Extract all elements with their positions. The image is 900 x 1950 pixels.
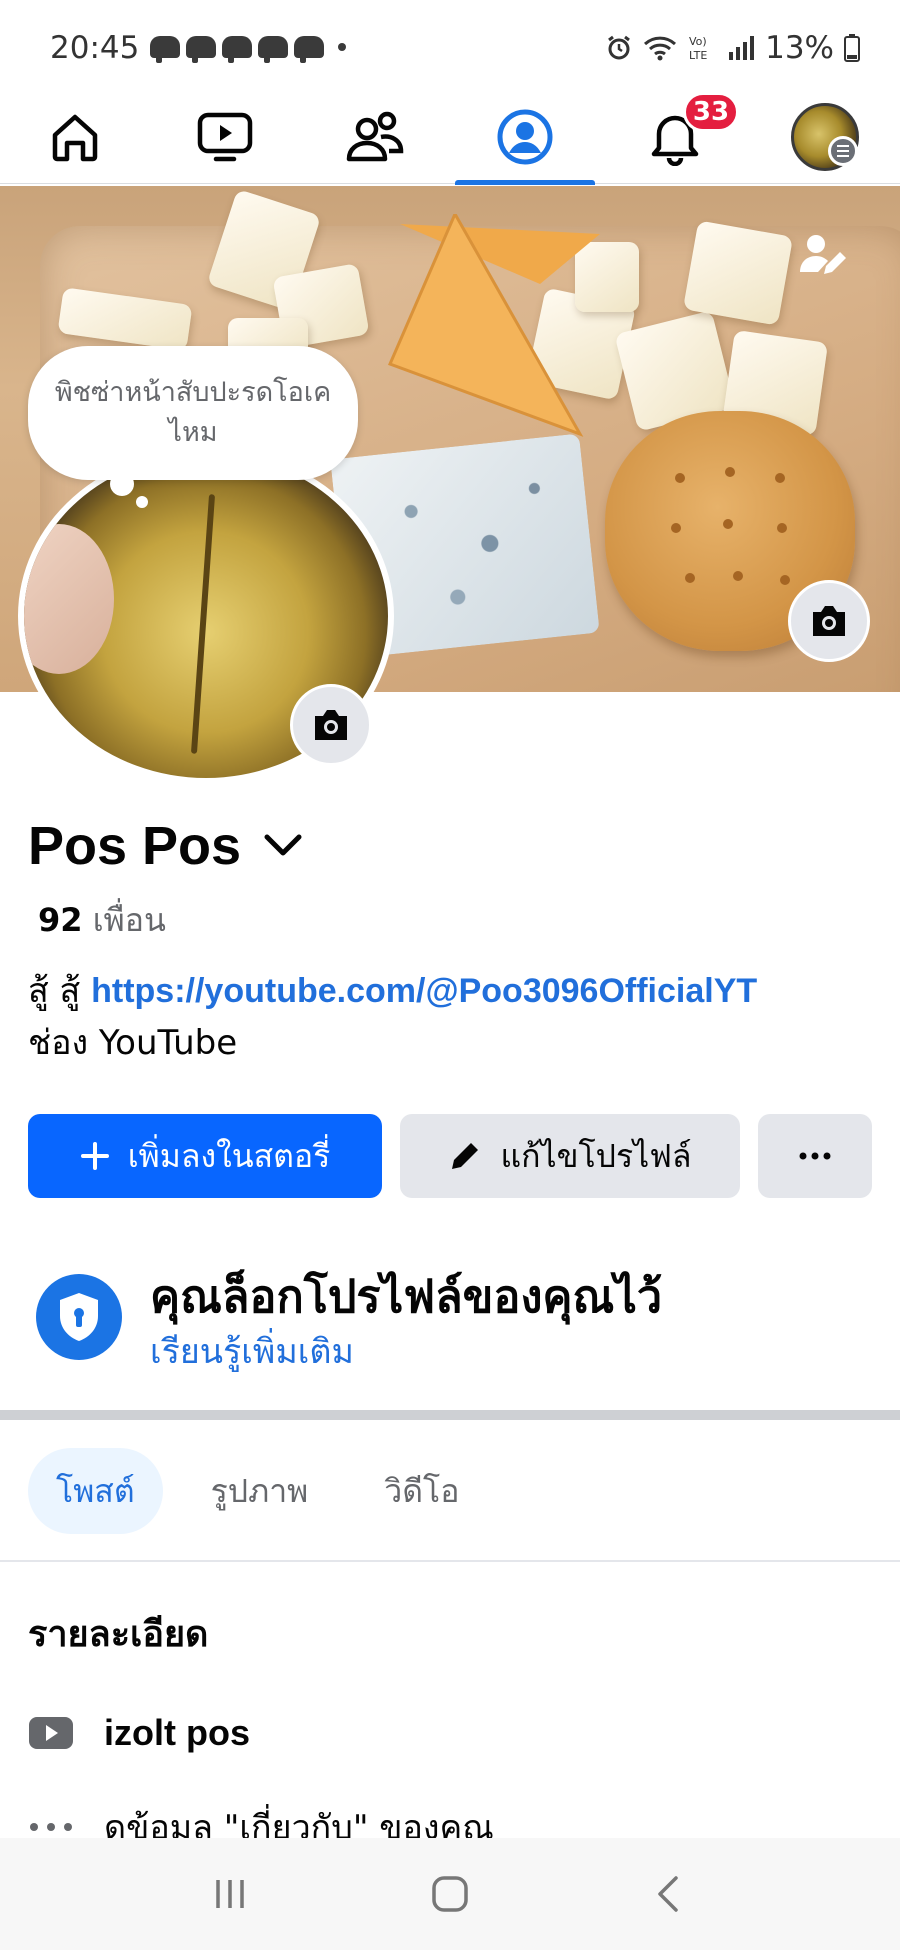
profile-bio: สู้ สู้ https://youtube.com/@Poo3096Offi… [28,965,878,1069]
nav-profile[interactable] [455,90,595,185]
tab-photos[interactable]: รูปภาพ [183,1448,337,1534]
volte-icon: Vo)LTE [689,35,707,62]
more-notifications-dot-icon [338,43,346,51]
edit-cover-person-icon[interactable] [796,230,846,280]
signal-icon [729,36,755,60]
nav-home[interactable] [5,90,145,184]
profile-icon [497,109,553,165]
messenger-notification-icon [294,36,324,63]
locked-profile-title: คุณล็อกโปรไฟล์ของคุณไว้ [150,1270,663,1323]
youtube-icon [29,1717,73,1749]
tab-posts[interactable]: โพสต์ [28,1448,163,1534]
profile-camera-button[interactable] [290,684,372,766]
status-notification-icons [150,36,346,63]
friends-count-label: เพื่อน [92,901,166,939]
more-dots-icon [799,1152,831,1160]
camera-icon [813,606,845,636]
cover-camera-button[interactable] [788,580,870,662]
profile-name-text: Pos Pos [28,816,242,876]
status-bar: 20:45 Vo) LTE 13% [0,0,900,90]
detail-youtube-text: izolt pos [104,1712,250,1753]
svg-text:LTE: LTE [689,49,707,62]
home-icon [52,114,98,162]
details-heading: รายละเอียด [28,1614,209,1655]
nav-menu[interactable] [755,90,895,184]
nav-video[interactable] [155,90,295,184]
bio-prefix: สู้ สู้ [28,971,81,1011]
friends-icon [346,111,404,162]
add-to-story-label: เพิ่มลงในสตอรี่ [127,1136,331,1175]
recent-apps-icon[interactable] [210,1874,250,1914]
top-nav: 33 [0,90,900,185]
profile-name[interactable]: Pos Pos [28,815,303,877]
note-text: พิชซ่าหน้าสับปะรดโอเคไหม [54,377,332,448]
system-nav-bar [0,1838,900,1950]
friends-count-number: 92 [38,901,83,939]
notification-badge: 33 [683,92,739,132]
note-bubble-tail [110,472,134,496]
friends-count[interactable]: 92 เพื่อน [38,895,166,946]
menu-hamburger-icon [828,136,858,166]
alarm-icon [608,35,630,60]
detail-youtube[interactable]: izolt pos [28,1712,250,1754]
back-icon[interactable] [650,1874,690,1914]
section-divider [0,1410,900,1420]
edit-profile-label: แก้ไขโปรไฟล์ [500,1136,692,1175]
status-time: 20:45 [50,30,140,66]
nav-friends[interactable] [305,90,445,184]
wifi-icon [644,36,677,61]
edit-profile-button[interactable]: แก้ไขโปรไฟล์ [400,1114,740,1198]
tab-videos[interactable]: วิดีโอ [356,1448,487,1534]
cheese-cube [682,220,794,326]
cheddar-wedge [387,214,600,437]
nav-notifications[interactable]: 33 [605,90,745,184]
messenger-notification-icon [258,36,288,63]
video-icon [197,112,253,162]
more-options-button[interactable] [758,1114,872,1198]
home-button-icon[interactable] [430,1874,470,1914]
walnut-seam [190,494,216,754]
camera-icon [315,710,347,740]
add-to-story-button[interactable]: เพิ่มลงในสตอรี่ [28,1114,382,1198]
chevron-down-icon [264,834,302,856]
finger [24,524,114,674]
tabs-divider [0,1560,900,1562]
locked-profile-notice: คุณล็อกโปรไฟล์ของคุณไว้ เรียนรู้เพิ่มเติ… [36,1260,876,1372]
messenger-notification-icon [222,36,252,63]
pencil-icon [452,1143,479,1169]
bio-suffix: ช่อง YouTube [28,1023,238,1063]
lock-shield-icon [36,1274,122,1360]
learn-more-link[interactable]: เรียนรู้เพิ่มเติม [150,1324,354,1378]
svg-text:Vo): Vo) [689,35,707,48]
more-dots-icon [30,1823,72,1831]
battery-icon [844,34,860,62]
note-bubble-tail [136,496,148,508]
bio-link[interactable]: https://youtube.com/@Poo3096OfficialYT [91,972,757,1010]
plus-icon [80,1142,109,1170]
battery-percent: 13% [765,30,834,66]
profile-note-bubble[interactable]: พิชซ่าหน้าสับปะรดโอเคไหม [28,346,358,480]
messenger-notification-icon [186,36,216,63]
status-right: Vo) LTE 13% [605,30,860,66]
profile-tabs: โพสต์ รูปภาพ วิดีโอ [28,1448,487,1534]
messenger-notification-icon [150,36,180,63]
